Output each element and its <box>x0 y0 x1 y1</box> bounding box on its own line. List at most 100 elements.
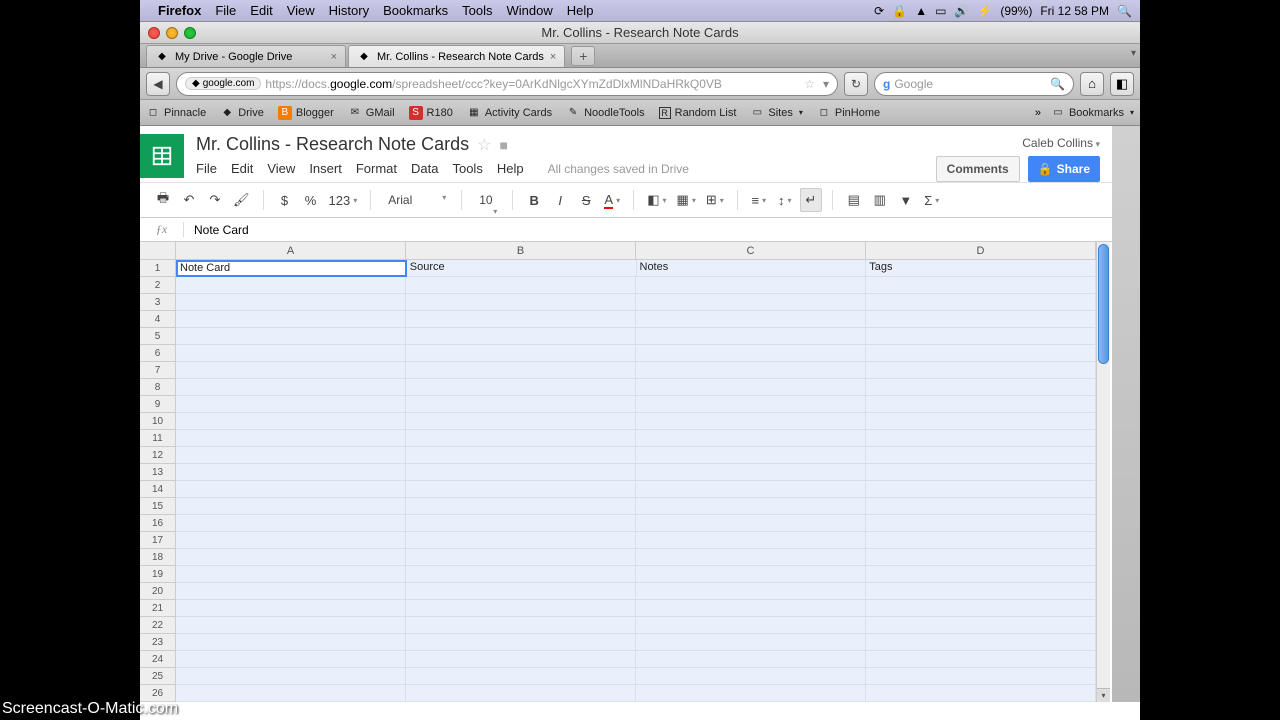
row-header[interactable]: 1 <box>140 260 175 277</box>
cell[interactable] <box>636 294 866 311</box>
font-select[interactable]: Arial <box>381 190 451 210</box>
cell[interactable] <box>636 396 866 413</box>
menu-help[interactable]: Help <box>567 3 594 18</box>
menu-edit[interactable]: Edit <box>231 161 253 176</box>
menu-view[interactable]: View <box>287 3 315 18</box>
print-icon[interactable]: 🖶 <box>152 188 174 212</box>
cell[interactable] <box>176 651 406 668</box>
row-header[interactable]: 2 <box>140 277 175 294</box>
cell[interactable] <box>866 651 1096 668</box>
cell[interactable] <box>406 532 636 549</box>
cell[interactable] <box>636 413 866 430</box>
insert-comment-icon[interactable]: ▤ <box>843 188 865 212</box>
cell[interactable] <box>176 481 406 498</box>
menu-history[interactable]: History <box>329 3 369 18</box>
bold-button[interactable]: B <box>523 188 545 212</box>
row-header[interactable]: 12 <box>140 447 175 464</box>
strike-button[interactable]: S <box>575 188 597 212</box>
volume-icon[interactable]: 🔊 <box>954 4 969 18</box>
app-name[interactable]: Firefox <box>158 3 201 18</box>
cell[interactable] <box>866 532 1096 549</box>
cell[interactable] <box>406 634 636 651</box>
menu-file[interactable]: File <box>215 3 236 18</box>
cell[interactable] <box>636 362 866 379</box>
cell[interactable] <box>636 600 866 617</box>
cell[interactable] <box>406 685 636 702</box>
cell[interactable] <box>866 294 1096 311</box>
folder-icon[interactable]: ■ <box>499 137 507 153</box>
cell[interactable] <box>636 583 866 600</box>
cell[interactable] <box>636 498 866 515</box>
cell[interactable] <box>636 651 866 668</box>
bm-blogger[interactable]: BBlogger <box>278 106 334 120</box>
doc-title[interactable]: Mr. Collins - Research Note Cards <box>196 134 469 155</box>
bm-random[interactable]: RRandom List <box>659 107 737 119</box>
cell[interactable] <box>406 345 636 362</box>
numfmt-button[interactable]: 123 <box>326 188 361 212</box>
cell[interactable] <box>636 311 866 328</box>
cell[interactable] <box>406 668 636 685</box>
cell[interactable] <box>636 617 866 634</box>
cells-area[interactable]: Note CardSourceNotesTags <box>176 260 1096 702</box>
cell[interactable] <box>636 549 866 566</box>
cell[interactable] <box>176 549 406 566</box>
row-header[interactable]: 16 <box>140 515 175 532</box>
size-select[interactable]: 10 <box>472 190 502 210</box>
cell[interactable] <box>406 583 636 600</box>
comments-button[interactable]: Comments <box>936 156 1020 182</box>
cell[interactable] <box>636 532 866 549</box>
col-header-c[interactable]: C <box>636 242 866 259</box>
cell[interactable] <box>636 668 866 685</box>
row-header[interactable]: 18 <box>140 549 175 566</box>
cell[interactable] <box>176 634 406 651</box>
cell[interactable] <box>866 498 1096 515</box>
cell[interactable] <box>406 311 636 328</box>
menu-help[interactable]: Help <box>497 161 524 176</box>
borders-button[interactable]: ▦ <box>674 188 699 212</box>
cell[interactable] <box>176 379 406 396</box>
cell[interactable] <box>176 685 406 702</box>
cell[interactable] <box>406 566 636 583</box>
cell[interactable] <box>176 668 406 685</box>
undo-icon[interactable]: ↶ <box>178 188 200 212</box>
cell[interactable] <box>866 277 1096 294</box>
cell[interactable] <box>406 481 636 498</box>
sync-icon[interactable]: ⟳ <box>874 4 884 18</box>
share-button[interactable]: 🔒Share <box>1028 156 1100 182</box>
cell[interactable] <box>406 430 636 447</box>
cell[interactable] <box>406 413 636 430</box>
cell[interactable] <box>866 549 1096 566</box>
cell[interactable]: Note Card <box>176 260 407 277</box>
row-header[interactable]: 7 <box>140 362 175 379</box>
cell[interactable] <box>636 634 866 651</box>
cell[interactable] <box>406 328 636 345</box>
search-icon[interactable]: 🔍 <box>1117 4 1132 18</box>
tab-sheets[interactable]: ◆ Mr. Collins - Research Note Cards × <box>348 45 565 67</box>
spotlight-icon[interactable]: 🔒 <box>892 4 907 18</box>
bm-noodle[interactable]: ✎NoodleTools <box>566 106 645 120</box>
cell[interactable] <box>866 464 1096 481</box>
row-header[interactable]: 23 <box>140 634 175 651</box>
search-glass-icon[interactable]: 🔍 <box>1050 77 1065 91</box>
row-header[interactable]: 13 <box>140 464 175 481</box>
row-header[interactable]: 9 <box>140 396 175 413</box>
cell[interactable] <box>176 362 406 379</box>
row-header[interactable]: 21 <box>140 600 175 617</box>
cell[interactable] <box>866 617 1096 634</box>
menu-file[interactable]: File <box>196 161 217 176</box>
cell[interactable]: Notes <box>637 260 867 277</box>
clock[interactable]: Fri 12 58 PM <box>1040 4 1109 18</box>
bm-activity[interactable]: ▦Activity Cards <box>467 106 552 120</box>
text-color-button[interactable]: A <box>601 188 623 212</box>
cell[interactable] <box>176 413 406 430</box>
row-header[interactable]: 10 <box>140 413 175 430</box>
row-header[interactable]: 11 <box>140 430 175 447</box>
back-button[interactable]: ◀ <box>146 72 170 96</box>
cell[interactable] <box>636 430 866 447</box>
sheets-logo[interactable] <box>140 134 184 178</box>
cell[interactable] <box>176 447 406 464</box>
cell[interactable] <box>406 294 636 311</box>
menu-insert[interactable]: Insert <box>309 161 342 176</box>
paint-icon[interactable]: 🖌 <box>230 188 253 212</box>
bm-r180[interactable]: SR180 <box>409 106 453 120</box>
